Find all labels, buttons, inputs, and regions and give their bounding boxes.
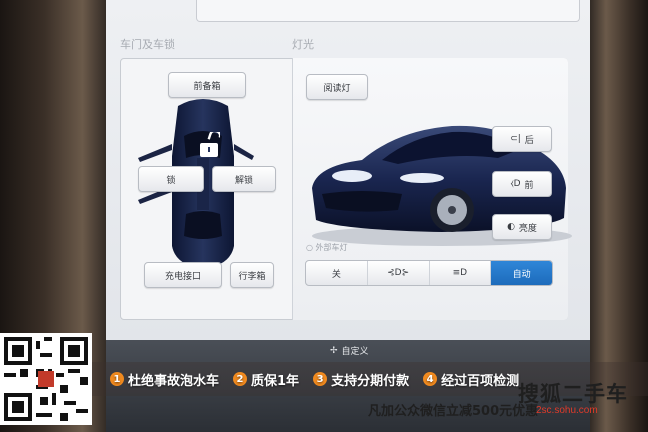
- reading-light-label: 阅读灯: [323, 83, 351, 94]
- trunk-button[interactable]: 行李箱: [230, 262, 274, 288]
- lights-section-title: 灯光: [292, 38, 314, 51]
- low-beam-icon: ≡D: [452, 268, 468, 278]
- lock-label: 锁: [166, 175, 176, 186]
- light-mode-parking[interactable]: ⊰D⊱: [368, 261, 430, 285]
- top-panel: [196, 0, 580, 22]
- feature-text: 杜绝事故泡水车: [128, 373, 220, 389]
- feature-number-badge: 4: [423, 372, 438, 386]
- feature-item: 1 杜绝事故泡水车: [110, 370, 219, 389]
- brightness-icon: ◐: [507, 222, 515, 232]
- front-fog-label: 前: [524, 180, 534, 191]
- light-mode-off[interactable]: 关: [306, 261, 368, 285]
- feature-item: 4 经过百项检测: [423, 370, 519, 389]
- fan-icon: ✢: [330, 345, 338, 356]
- unlock-label: 解锁: [234, 175, 253, 186]
- front-fog-icon: ⧼D: [510, 179, 521, 189]
- feature-item: 2 质保1年: [233, 370, 299, 389]
- frunk-label: 前备箱: [193, 81, 221, 92]
- feature-text: 支持分期付款: [331, 373, 410, 389]
- reading-light-button[interactable]: 阅读灯: [306, 74, 368, 100]
- qr-code: [0, 333, 92, 425]
- charge-port-button[interactable]: 充电接口: [144, 262, 222, 288]
- feature-number-badge: 1: [110, 372, 124, 386]
- feature-number-badge: 3: [313, 372, 328, 386]
- promo-footline: 凡加公众微信立减500元优惠: [368, 404, 539, 419]
- touchscreen: 车门及车锁 灯光 前备箱 锁 解锁 充电接口 行李箱 阅读灯 ⊂| 后 ⧼D 前…: [106, 0, 590, 340]
- unlocked-icon: [200, 132, 220, 157]
- front-fog-button[interactable]: ⧼D 前: [492, 171, 552, 197]
- brand-url: 2sc.sohu.com: [536, 405, 598, 416]
- feature-number-badge: 2: [233, 372, 248, 386]
- lock-button[interactable]: 锁: [138, 166, 204, 192]
- exterior-lights-label: ○ 外部车灯: [306, 243, 348, 252]
- qr-code-icon: [4, 337, 88, 421]
- rear-fog-icon: ⊂|: [510, 134, 521, 144]
- brightness-label: 亮度: [518, 223, 537, 234]
- unlock-button[interactable]: 解锁: [212, 166, 276, 192]
- rear-fog-button[interactable]: ⊂| 后: [492, 126, 552, 152]
- custom-label: 自定义: [341, 347, 369, 357]
- trunk-label: 行李箱: [238, 271, 266, 282]
- frunk-button[interactable]: 前备箱: [168, 72, 246, 98]
- rear-fog-label: 后: [524, 135, 534, 146]
- charge-port-label: 充电接口: [164, 271, 201, 282]
- brand-logo-text: 搜狐二手车: [518, 382, 628, 406]
- light-mode-low-beam[interactable]: ≡D: [430, 261, 492, 285]
- exterior-light-mode-selector[interactable]: 关 ⊰D⊱ ≡D 自动: [305, 260, 553, 286]
- brightness-button[interactable]: ◐ 亮度: [492, 214, 552, 240]
- light-mode-auto[interactable]: 自动: [491, 261, 552, 285]
- feature-text: 质保1年: [251, 373, 300, 389]
- feature-item: 3 支持分期付款: [313, 370, 409, 389]
- feature-text: 经过百项检测: [441, 373, 520, 389]
- doors-section-title: 车门及车锁: [120, 38, 175, 51]
- parking-light-icon: ⊰D⊱: [387, 268, 410, 278]
- panel-divider: [292, 58, 293, 320]
- dock-custom-button[interactable]: ✢ 自定义: [330, 344, 369, 358]
